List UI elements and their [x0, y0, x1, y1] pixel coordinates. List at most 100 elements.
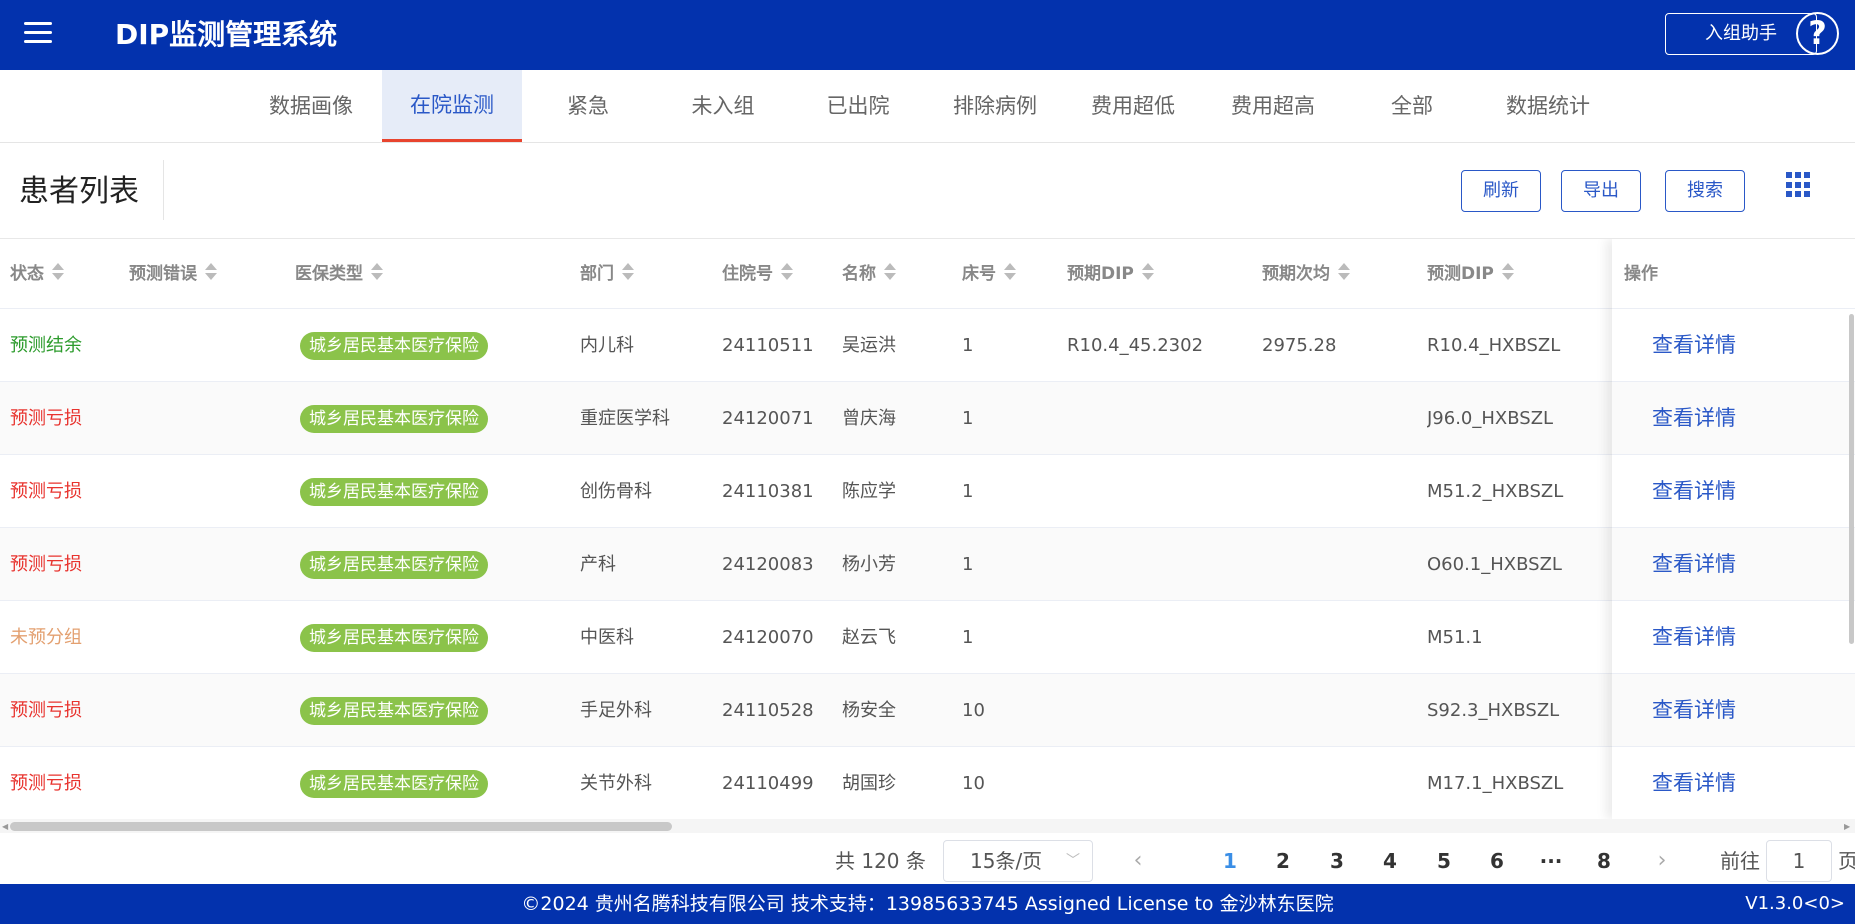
column-header-label: 住院号: [722, 264, 773, 284]
tab-3[interactable]: 未入组: [653, 70, 793, 142]
prev-page-icon[interactable]: ‹: [1123, 838, 1153, 884]
column-header-6[interactable]: 床号: [962, 239, 1016, 309]
footer-copyright: ©2024 贵州名腾科技有限公司 技术支持：13985633745 Assign…: [521, 893, 1334, 915]
page-number[interactable]: 1: [1210, 838, 1250, 884]
tab-4[interactable]: 已出院: [788, 70, 928, 142]
page-size-select[interactable]: 15条/页 ﹀: [943, 840, 1093, 882]
table-row[interactable]: 预测结余 城乡居民基本医疗保险 内儿科 24110511 吴运洪 1 R10.4_45.23…: [0, 309, 1855, 382]
column-header-7[interactable]: 预期DIP: [1067, 239, 1154, 309]
action-cell: 查看详情: [1612, 528, 1855, 601]
tab-1[interactable]: 在院监测: [382, 70, 522, 142]
grouping-assistant-button[interactable]: 入组助手: [1665, 13, 1817, 55]
tab-9[interactable]: 数据统计: [1478, 70, 1618, 142]
view-details-link[interactable]: 查看详情: [1652, 747, 1736, 819]
column-header-label: 床号: [962, 264, 996, 284]
sort-caret-icon[interactable]: [781, 262, 793, 282]
tab-0[interactable]: 数据画像: [241, 70, 381, 142]
predicted-dip-cell: M17.1_HXBSZL: [1427, 773, 1564, 794]
column-header-0[interactable]: 状态: [10, 239, 64, 309]
column-header-9[interactable]: 预测DIP: [1427, 239, 1514, 309]
view-details-link[interactable]: 查看详情: [1652, 674, 1736, 747]
view-details-link[interactable]: 查看详情: [1652, 455, 1736, 528]
heading-divider: [163, 160, 164, 220]
sort-caret-icon[interactable]: [1501, 262, 1514, 282]
page-number[interactable]: 4: [1370, 838, 1410, 884]
next-page-icon[interactable]: ›: [1647, 838, 1677, 884]
tab-5[interactable]: 排除病例: [925, 70, 1065, 142]
sort-caret-icon[interactable]: [1338, 262, 1350, 282]
refresh-button[interactable]: 刷新: [1461, 170, 1541, 212]
sort-caret-icon[interactable]: [371, 262, 383, 282]
table-row[interactable]: 预测亏损 城乡居民基本医疗保险 手足外科 24110528 杨安全 10 S92.3_HXB…: [0, 674, 1855, 747]
page-number[interactable]: 5: [1424, 838, 1464, 884]
table-row[interactable]: 预测亏损 城乡居民基本医疗保险 关节外科 24110499 胡国珍 10 M17.1_HXB…: [0, 747, 1855, 819]
page-number[interactable]: 6: [1477, 838, 1517, 884]
predicted-dip-cell: R10.4_HXBSZL: [1427, 335, 1561, 356]
page-number[interactable]: 2: [1263, 838, 1303, 884]
admission-no-cell: 24120083: [722, 554, 814, 575]
scroll-right-arrow-icon[interactable]: ▶: [1844, 822, 1850, 831]
horizontal-scrollbar[interactable]: ◀ ▶: [0, 819, 1855, 833]
version-label: V1.3.0<0>: [1745, 893, 1845, 914]
footer: ©2024 贵州名腾科技有限公司 技术支持：13985633745 Assign…: [0, 884, 1855, 924]
export-button[interactable]: 导出: [1561, 170, 1641, 212]
insurance-badge: 城乡居民基本医疗保险: [300, 551, 488, 579]
sort-caret-icon[interactable]: [622, 262, 634, 282]
column-header-8[interactable]: 预期次均: [1262, 239, 1350, 309]
view-details-link[interactable]: 查看详情: [1652, 528, 1736, 601]
sort-caret-icon[interactable]: [52, 262, 64, 282]
insurance-badge: 城乡居民基本医疗保险: [300, 405, 488, 433]
tab-8[interactable]: 全部: [1342, 70, 1482, 142]
view-details-link[interactable]: 查看详情: [1652, 601, 1736, 674]
hamburger-menu-icon[interactable]: [24, 22, 52, 46]
help-icon[interactable]: ?: [1796, 12, 1839, 55]
scroll-left-arrow-icon[interactable]: ◀: [2, 822, 8, 831]
column-header-1[interactable]: 预测错误: [129, 239, 217, 309]
sort-caret-icon[interactable]: [884, 262, 896, 282]
goto-label: 前往: [1720, 849, 1760, 873]
status-text: 预测亏损: [10, 554, 82, 575]
table-row[interactable]: 预测亏损 城乡居民基本医疗保险 重症医学科 24120071 曾庆海 1 J96.0_HXB…: [0, 382, 1855, 455]
table-row[interactable]: 未预分组 城乡居民基本医疗保险 中医科 24120070 赵云飞 1 M51.1: [0, 601, 1855, 674]
tab-7[interactable]: 费用超高: [1203, 70, 1343, 142]
column-settings-grid-icon[interactable]: [1786, 172, 1812, 198]
dept-cell: 手足外科: [580, 700, 652, 721]
dept-cell: 重症医学科: [580, 408, 670, 429]
sort-caret-icon[interactable]: [205, 262, 217, 282]
name-cell: 胡国珍: [842, 773, 896, 794]
horizontal-scroll-thumb[interactable]: [10, 822, 672, 831]
page-number[interactable]: 8: [1584, 838, 1624, 884]
more-pages-icon[interactable]: ···: [1531, 838, 1571, 884]
goto-page-input[interactable]: 1: [1766, 840, 1832, 882]
action-cell: 查看详情: [1612, 601, 1855, 674]
sort-caret-icon[interactable]: [1004, 262, 1016, 282]
search-button[interactable]: 搜索: [1665, 170, 1745, 212]
view-details-link[interactable]: 查看详情: [1652, 382, 1736, 455]
admission-no-cell: 24110511: [722, 335, 814, 356]
column-header-3[interactable]: 部门: [580, 239, 634, 309]
vertical-scrollbar[interactable]: [1849, 314, 1854, 644]
name-cell: 吴运洪: [842, 335, 896, 356]
action-cell: 查看详情: [1612, 309, 1855, 382]
table-row[interactable]: 预测亏损 城乡居民基本医疗保险 创伤骨科 24110381 陈应学 1 M51.2_HXBS…: [0, 455, 1855, 528]
insurance-badge: 城乡居民基本医疗保险: [300, 478, 488, 506]
column-header-5[interactable]: 名称: [842, 239, 896, 309]
column-header-4[interactable]: 住院号: [722, 239, 793, 309]
page-number[interactable]: 3: [1317, 838, 1357, 884]
chevron-down-icon: ﹀: [1066, 853, 1080, 869]
tab-2[interactable]: 紧急: [518, 70, 658, 142]
predicted-dip-cell: J96.0_HXBSZL: [1427, 408, 1554, 429]
page-title: 患者列表: [19, 174, 139, 209]
top-header: DIP监测管理系统 入组助手 ?: [0, 0, 1855, 70]
view-details-link[interactable]: 查看详情: [1652, 309, 1736, 382]
predicted-dip-cell: S92.3_HXBSZL: [1427, 700, 1560, 721]
tab-6[interactable]: 费用超低: [1063, 70, 1203, 142]
insurance-cell: 城乡居民基本医疗保险: [300, 309, 488, 382]
column-header-2[interactable]: 医保类型: [295, 239, 383, 309]
table-row[interactable]: 预测亏损 城乡居民基本医疗保险 产科 24120083 杨小芳 1 O60.1_HXBSZL: [0, 528, 1855, 601]
admission-no-cell: 24120071: [722, 408, 814, 429]
insurance-badge: 城乡居民基本医疗保险: [300, 697, 488, 725]
insurance-badge: 城乡居民基本医疗保险: [300, 624, 488, 652]
sort-caret-icon[interactable]: [1141, 262, 1154, 282]
admission-no-cell: 24110381: [722, 481, 814, 502]
